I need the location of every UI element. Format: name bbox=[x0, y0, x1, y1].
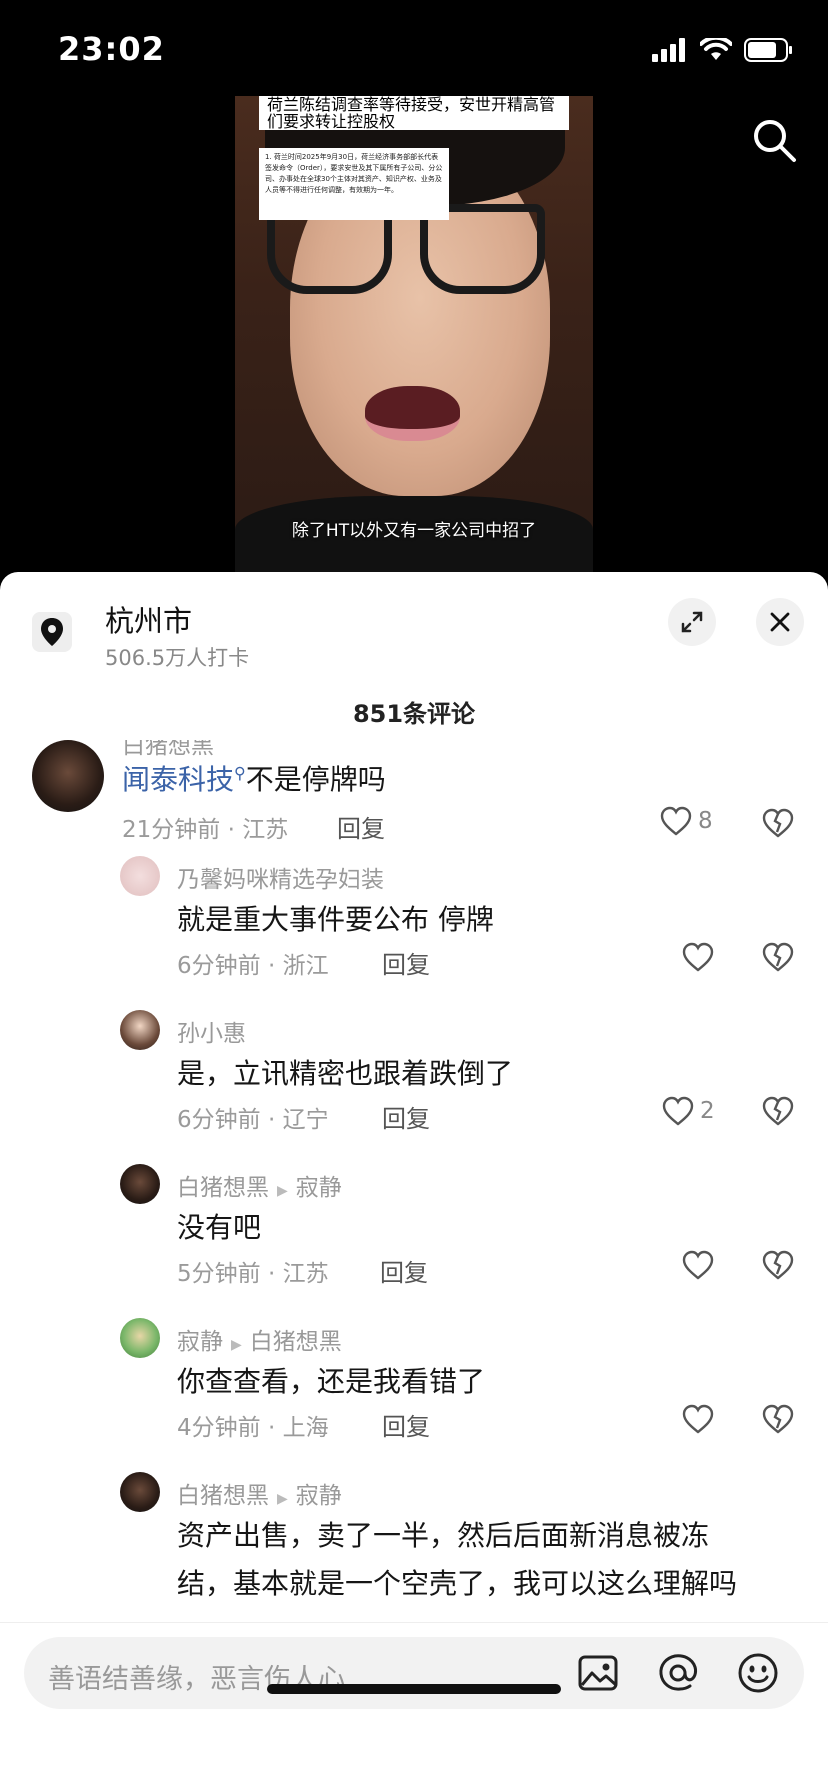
like-count: 8 bbox=[698, 808, 713, 834]
reply-arrow-icon: ▶ bbox=[231, 1337, 242, 1353]
comment-author[interactable]: 白猪想黑 ▶ 寂静 bbox=[177, 1168, 342, 1202]
expand-button[interactable] bbox=[668, 598, 716, 646]
presenter-mouth bbox=[365, 386, 460, 441]
comment-meta: 6分钟前 · 辽宁 bbox=[177, 1107, 329, 1133]
comment-item: 白猪想黑 ▶ 寂静 没有吧 5分钟前 · 江苏 回复 bbox=[0, 1162, 828, 1302]
comment-author[interactable]: 白猪想黑 ▶ 寂静 bbox=[177, 1476, 342, 1510]
expand-icon bbox=[681, 611, 703, 633]
comment-count: 851条评论 bbox=[352, 700, 476, 728]
comment-meta: 4分钟前 · 上海 bbox=[177, 1415, 329, 1441]
close-icon bbox=[770, 612, 790, 632]
comment-author[interactable]: 乃馨妈咪精选孕妇装 bbox=[177, 860, 384, 894]
linked-keyword[interactable]: 闻泰科技 bbox=[122, 763, 234, 796]
keyword-search-icon[interactable]: ⚲ bbox=[234, 764, 246, 783]
broken-heart-icon[interactable] bbox=[762, 942, 794, 972]
reply-button[interactable]: 回复 bbox=[382, 1099, 430, 1134]
reply-button[interactable]: 回复 bbox=[382, 945, 430, 980]
comment-item: 乃馨妈咪精选孕妇装 就是重大事件要公布 停牌 6分钟前 · 浙江 回复 bbox=[0, 854, 828, 994]
reply-arrow-icon: ▶ bbox=[277, 1491, 288, 1507]
like-count: 2 bbox=[700, 1098, 715, 1124]
heart-icon[interactable] bbox=[682, 1250, 714, 1280]
home-indicator[interactable] bbox=[267, 1684, 561, 1694]
reply-arrow-icon: ▶ bbox=[277, 1183, 288, 1199]
emoji-icon[interactable] bbox=[736, 1651, 780, 1695]
comment-meta: 6分钟前 · 浙江 bbox=[177, 953, 329, 979]
avatar[interactable] bbox=[120, 1472, 160, 1512]
like-button[interactable]: 8 bbox=[660, 806, 713, 836]
comment-meta: 21分钟前 · 江苏 bbox=[122, 817, 289, 843]
broken-heart-icon[interactable] bbox=[762, 1250, 794, 1280]
video-subtitle: 除了HT以外又有一家公司中招了 bbox=[291, 521, 537, 541]
reply-button[interactable]: 回复 bbox=[337, 809, 385, 844]
status-bar: 23:02 bbox=[0, 0, 828, 100]
image-icon[interactable] bbox=[576, 1651, 620, 1695]
avatar[interactable] bbox=[120, 1318, 160, 1358]
comment-text: 闻泰科技⚲不是停牌吗 bbox=[122, 763, 386, 796]
at-icon[interactable] bbox=[656, 1651, 700, 1695]
like-button[interactable]: 2 bbox=[662, 1096, 715, 1126]
comment-author[interactable]: 白猪想黑 bbox=[122, 740, 214, 760]
location-checkins: 506.5万人打卡 bbox=[105, 646, 250, 670]
comment-meta: 5分钟前 · 江苏 bbox=[177, 1261, 329, 1287]
broken-heart-icon[interactable] bbox=[762, 1096, 794, 1126]
comment-text: 资产出售，卖了一半，然后后面新消息被冻 bbox=[177, 1519, 710, 1552]
broken-heart-icon[interactable] bbox=[762, 1404, 794, 1434]
reply-button[interactable]: 回复 bbox=[382, 1407, 430, 1442]
heart-icon[interactable] bbox=[682, 942, 714, 972]
comment-author[interactable]: 孙小惠 bbox=[177, 1014, 246, 1048]
close-button[interactable] bbox=[756, 598, 804, 646]
reply-button[interactable]: 回复 bbox=[380, 1253, 428, 1288]
video-frame[interactable]: 荷兰陈结调查率等待接受，安世开精高管们要求转让控股权 1. 荷兰时间2025年9… bbox=[235, 96, 593, 580]
battery-icon bbox=[744, 38, 792, 62]
comment-item: 白猪想黑 闻泰科技⚲不是停牌吗 21分钟前 · 江苏 回复 8 bbox=[0, 740, 828, 850]
wifi-icon bbox=[700, 38, 732, 60]
heart-icon bbox=[660, 806, 692, 836]
cellular-signal-icon bbox=[652, 38, 685, 62]
comment-item: 白猪想黑 ▶ 寂静 资产出售，卖了一半，然后后面新消息被冻 结，基本就是一个空壳了，… bbox=[0, 1470, 828, 1620]
video-headline-overlay: 荷兰陈结调查率等待接受，安世开精高管们要求转让控股权 bbox=[259, 96, 569, 130]
heart-icon[interactable] bbox=[682, 1404, 714, 1434]
avatar[interactable] bbox=[120, 1164, 160, 1204]
avatar[interactable] bbox=[120, 856, 160, 896]
comment-author[interactable]: 寂静 ▶ 白猪想黑 bbox=[177, 1322, 342, 1356]
status-time: 23:02 bbox=[58, 30, 165, 68]
comment-text: 没有吧 bbox=[177, 1211, 262, 1244]
heart-icon bbox=[662, 1096, 694, 1126]
comment-text-line-2: 结，基本就是一个空壳了，我可以这么理解吗 bbox=[177, 1567, 738, 1600]
comment-input[interactable]: 善语结善缘，恶言伤人心 bbox=[24, 1637, 804, 1709]
status-icons bbox=[652, 34, 794, 66]
video-document-overlay: 1. 荷兰时间2025年9月30日，荷兰经济事务部部长代表签发命令（Order）… bbox=[259, 148, 449, 220]
broken-heart-icon[interactable] bbox=[762, 808, 794, 838]
location-pin-icon bbox=[32, 612, 72, 652]
comment-item: 寂静 ▶ 白猪想黑 你查查看，还是我看错了 4分钟前 · 上海 回复 bbox=[0, 1316, 828, 1456]
comment-item: 孙小惠 是，立讯精密也跟着跌倒了 6分钟前 · 辽宁 回复 2 bbox=[0, 1008, 828, 1148]
comment-text: 就是重大事件要公布 停牌 bbox=[177, 903, 494, 936]
comment-text: 你查查看，还是我看错了 bbox=[177, 1365, 486, 1398]
video-player[interactable]: 荷兰陈结调查率等待接受，安世开精高管们要求转让控股权 1. 荷兰时间2025年9… bbox=[0, 96, 828, 580]
avatar[interactable] bbox=[120, 1010, 160, 1050]
comment-text: 是，立讯精密也跟着跌倒了 bbox=[177, 1057, 514, 1090]
search-icon[interactable] bbox=[750, 116, 798, 164]
comment-input-bar: 善语结善缘，恶言伤人心 bbox=[0, 1622, 828, 1792]
location-name: 杭州市 bbox=[105, 604, 193, 638]
avatar[interactable] bbox=[32, 740, 104, 812]
comment-list[interactable]: 白猪想黑 闻泰科技⚲不是停牌吗 21分钟前 · 江苏 回复 8 乃馨妈咪精选孕妇… bbox=[0, 740, 828, 1620]
comments-sheet: 杭州市 506.5万人打卡 851条评论 白猪想黑 闻泰科技⚲不是停牌吗 21分… bbox=[0, 572, 828, 1792]
